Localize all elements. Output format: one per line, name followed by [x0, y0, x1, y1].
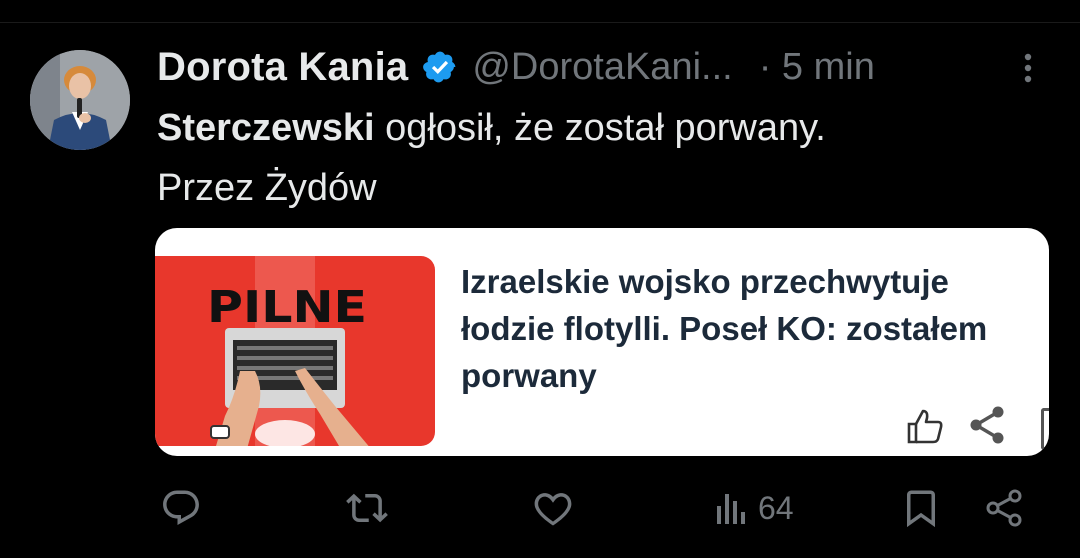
action-bar: 64: [0, 480, 1080, 536]
reply-icon: [163, 490, 199, 525]
retweet-icon: [346, 493, 388, 523]
more-icon[interactable]: [1016, 48, 1040, 88]
tweet-text-bold: Sterczewski: [157, 107, 375, 149]
share-icon: [986, 489, 1022, 527]
share-icon[interactable]: [967, 404, 1007, 446]
views-count: 64: [758, 489, 794, 526]
card-headline[interactable]: Izraelskie wojsko przechwytuje łodzie fl…: [461, 258, 1031, 399]
avatar[interactable]: [30, 50, 130, 150]
retweet-button[interactable]: [346, 480, 388, 536]
verified-badge-icon: [422, 49, 458, 85]
bookmark-icon: [907, 490, 935, 528]
views-button[interactable]: 64: [714, 480, 794, 536]
like-button[interactable]: [532, 480, 574, 536]
share-button[interactable]: [984, 480, 1024, 536]
reply-button[interactable]: [160, 480, 202, 536]
tweet-text-rest: ogłosił, że został porwany.: [374, 107, 826, 149]
tweet-text-line-1: Sterczewski ogłosił, że został porwany.: [157, 98, 826, 158]
card-thumb-label: PILNE: [207, 282, 367, 333]
like-icon: [534, 493, 572, 526]
card-edge-icon: [1041, 408, 1049, 450]
views-icon: [717, 494, 745, 524]
tweet-text: Sterczewski ogłosił, że został porwany. …: [157, 98, 826, 218]
link-card[interactable]: PILNE Izraelskie wojsko przechwytuje łod…: [155, 228, 1049, 456]
author-name[interactable]: Dorota Kania: [157, 45, 408, 90]
tweet-text-line-2: Przez Żydów: [157, 167, 377, 209]
tweet-header: Dorota Kania @DorotaKani... · 5 min: [157, 42, 875, 92]
thumbs-up-icon[interactable]: [905, 406, 945, 446]
author-handle[interactable]: @DorotaKani...: [472, 46, 732, 89]
bookmark-button[interactable]: [900, 480, 942, 536]
tweet-time[interactable]: · 5 min: [759, 46, 875, 89]
top-divider: [0, 22, 1080, 23]
card-thumbnail: PILNE: [155, 256, 435, 446]
avatar-photo: [30, 50, 130, 150]
